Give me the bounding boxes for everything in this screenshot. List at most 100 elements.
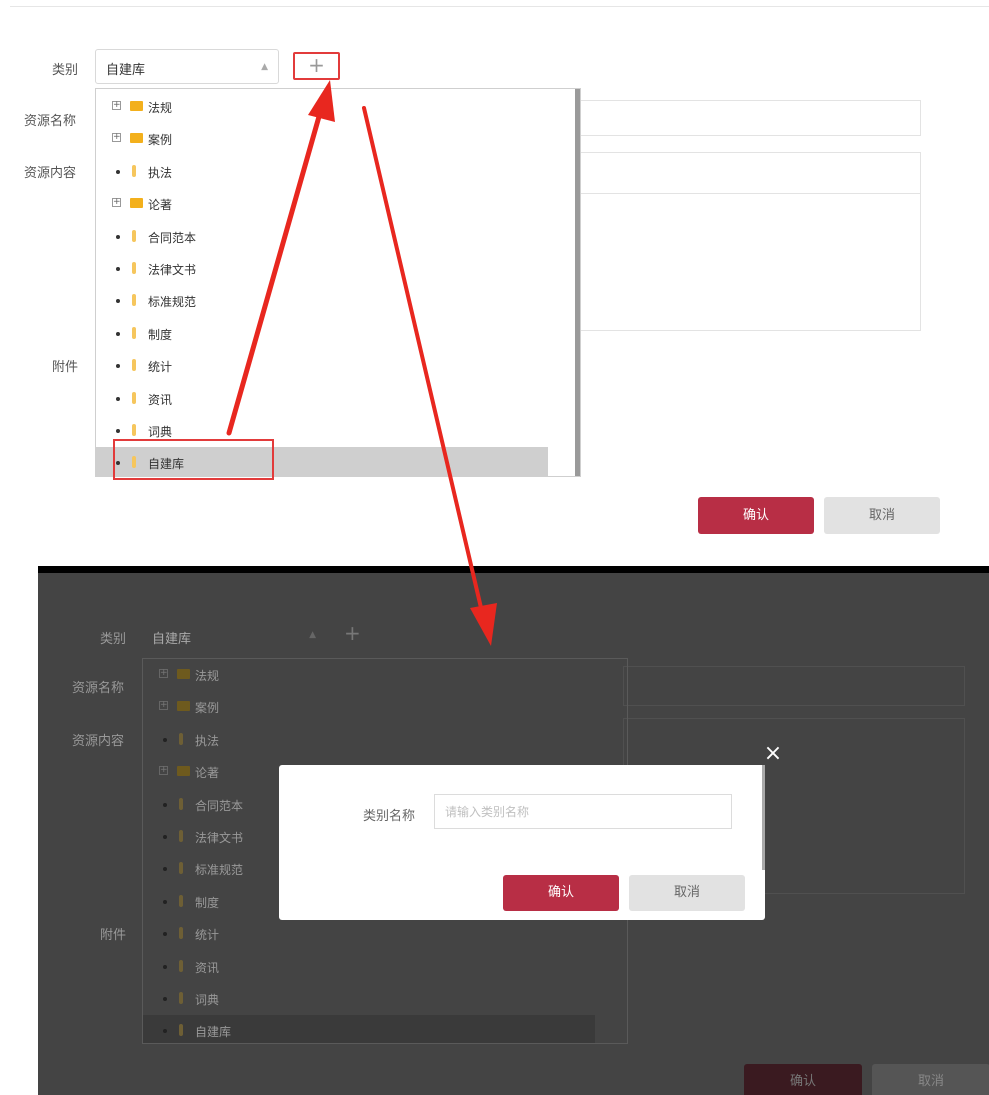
close-icon[interactable]: × [763,743,783,765]
add-category-button[interactable]: + [293,52,340,80]
resource-name-label-dimmed: 资源名称 [72,681,125,696]
folder-icon [177,766,190,777]
resource-name-label: 资源名称 [24,114,77,129]
category-form-screen: 类别 自建库 ▲ + 资源名称 资源内容 附件 + 法规 + 案例 执法 + 论著 合同范本法… [0,0,989,566]
cancel-button-dimmed: 取消 [872,1064,989,1095]
tree-node-2[interactable]: 执法 [96,156,548,188]
resource-name-input-dimmed [623,666,965,706]
resource-content-editor[interactable] [575,193,921,331]
cancel-button[interactable]: 取消 [824,497,940,534]
folder-icon [177,669,190,679]
plus-square-icon[interactable]: + [159,669,168,678]
tree-node-label: 论著 [148,198,173,213]
category-label-dimmed: 类别 [100,632,127,647]
bullet-icon [116,169,120,174]
category-select-dimmed: 自建库 ▲ [142,620,326,652]
tree-node-label: 案例 [195,701,220,716]
bullet-icon [163,1029,167,1034]
bullet-icon [163,932,167,937]
tree-node-8[interactable]: 统计 [96,350,548,382]
annotation-highlight-selected [113,439,274,480]
category-select[interactable]: 自建库 ▲ [95,49,279,84]
bullet-icon [116,234,120,239]
bullet-icon [163,964,167,969]
tree-node-label: 法规 [148,101,173,115]
leaf-icon [132,294,136,307]
category-name-label: 类别名称 [363,809,416,824]
modal-confirm-button[interactable]: 确认 [503,875,619,911]
tree-node-1[interactable]: + 案例 [143,691,595,723]
resource-name-input[interactable] [575,100,921,136]
tree-node-label: 制度 [195,895,220,910]
tree-node-1[interactable]: + 案例 [96,123,548,155]
leaf-icon [179,927,183,940]
leaf-icon [132,391,136,404]
plus-square-icon[interactable]: + [159,766,168,776]
tree-node-6[interactable]: 标准规范 [96,285,548,317]
chevron-up-icon: ▲ [309,630,316,640]
folder-icon [177,701,190,712]
bullet-icon [116,267,120,271]
modal-cancel-button[interactable]: 取消 [629,875,745,911]
tree-node-label: 标准规范 [148,295,197,310]
tree-node-11[interactable]: 自建库 [143,1015,595,1043]
tree-node-label: 执法 [148,165,173,180]
attachment-label-dimmed: 附件 [100,928,127,943]
tree-node-label: 合同范本 [195,798,244,813]
resource-content-toolbar[interactable] [575,152,921,194]
screen-separator [38,566,989,573]
tree-node-label: 词典 [195,993,220,1007]
tree-node-label: 词典 [148,425,173,439]
tree-node-9[interactable]: 资讯 [96,383,548,415]
top-divider [10,6,989,7]
leaf-icon [132,424,136,436]
confirm-button[interactable]: 确认 [698,497,814,534]
tree-scrollbar[interactable] [575,89,580,476]
bullet-icon [116,396,120,401]
leaf-icon [132,229,136,242]
bullet-icon [116,364,120,369]
tree-node-2[interactable]: 执法 [143,724,595,756]
add-category-modal: 类别名称 确认 取消 [279,765,765,920]
folder-icon [130,101,143,111]
tree-node-0[interactable]: + 法规 [143,659,595,691]
plus-square-icon[interactable]: + [112,198,121,208]
plus-square-icon[interactable]: + [159,701,168,711]
plus-square-icon[interactable]: + [112,133,121,143]
leaf-icon [132,326,136,339]
category-tree-dropdown: + 法规 + 案例 执法 + 论著 合同范本 法律文书 标准规范 制度 统计 资讯 词典 自建库 [95,88,581,477]
tree-node-5[interactable]: 法律文书 [96,253,548,285]
tree-node-10[interactable]: 词典 [143,983,595,1015]
leaf-icon [179,992,183,1004]
tree-node-label: 法律文书 [195,831,244,845]
resource-content-label: 资源内容 [24,166,77,181]
tree-node-8[interactable]: 统计 [143,918,595,950]
category-name-input[interactable] [434,794,732,829]
leaf-icon [132,359,136,372]
tree-node-label: 统计 [148,360,173,375]
category-select-value: 自建库 [106,63,146,78]
category-select-value-dimmed: 自建库 [152,632,192,647]
modal-scrollbar[interactable] [762,765,765,870]
chevron-up-icon: ▲ [261,62,268,72]
bullet-icon [163,899,167,904]
folder-icon [130,133,143,144]
leaf-icon [179,862,183,875]
bullet-icon [163,737,167,742]
bullet-icon [163,835,167,839]
leaf-icon [179,830,183,842]
tree-node-label: 制度 [148,327,173,342]
tree-node-0[interactable]: + 法规 [96,91,548,123]
leaf-icon [179,1024,183,1037]
attachment-label: 附件 [52,360,79,375]
plus-square-icon[interactable]: + [112,101,121,110]
bullet-icon [163,867,167,872]
tree-node-3[interactable]: + 论著 [96,188,548,220]
tree-node-9[interactable]: 资讯 [143,951,595,983]
tree-node-7[interactable]: 制度 [96,318,548,350]
tree-node-4[interactable]: 合同范本 [96,221,548,253]
tree-node-label: 合同范本 [148,230,197,245]
tree-node-label: 资讯 [148,392,173,407]
add-category-dialog-screen: 类别 自建库 ▲ + 资源名称 资源内容 附件 + 法规 + 案例 执法 + 论著 合同范本法… [38,566,989,1095]
tree-node-label: 论著 [195,766,220,781]
